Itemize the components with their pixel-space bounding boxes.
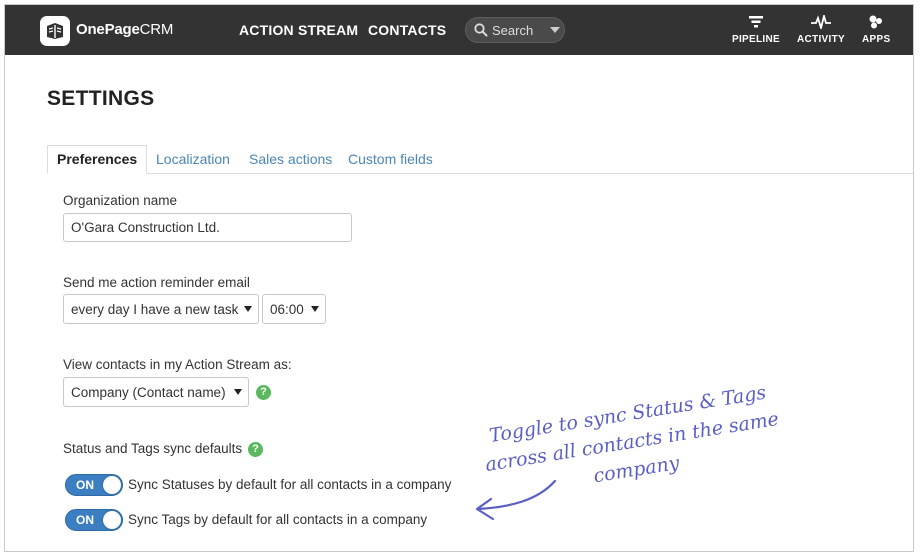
pipeline-funnel-icon bbox=[748, 16, 763, 28]
view-contacts-value: Company (Contact name) bbox=[71, 385, 226, 400]
search-icon bbox=[474, 23, 488, 37]
nav-pipeline-label: PIPELINE bbox=[732, 34, 780, 45]
page-title: SETTINGS bbox=[47, 87, 155, 110]
brand-bold: OnePage bbox=[76, 21, 140, 38]
tab-localization[interactable]: Localization bbox=[156, 145, 230, 173]
top-navbar: OnePageCRM ACTION STREAM CONTACTS Search… bbox=[5, 5, 913, 55]
tabs-divider bbox=[47, 173, 913, 174]
sync-tags-toggle[interactable]: ON bbox=[65, 509, 123, 531]
toggle-knob bbox=[103, 511, 121, 529]
nav-activity[interactable]: ACTIVITY bbox=[797, 12, 845, 45]
apps-icon bbox=[869, 15, 883, 29]
nav-pipeline[interactable]: PIPELINE bbox=[732, 15, 780, 45]
book-logo-icon bbox=[47, 23, 63, 39]
chevron-down-icon bbox=[311, 306, 319, 312]
help-icon[interactable]: ? bbox=[256, 385, 271, 400]
help-icon[interactable]: ? bbox=[248, 442, 263, 457]
nav-activity-label: ACTIVITY bbox=[797, 34, 845, 45]
nav-apps-label: APPS bbox=[862, 34, 891, 45]
reminder-time-value: 06:00 bbox=[270, 302, 304, 317]
org-name-label: Organization name bbox=[63, 193, 178, 208]
nav-contacts[interactable]: CONTACTS bbox=[368, 22, 446, 38]
nav-apps[interactable]: APPS bbox=[862, 15, 890, 45]
view-contacts-select[interactable]: Company (Contact name) bbox=[63, 377, 249, 407]
nav-action-stream[interactable]: ACTION STREAM bbox=[239, 22, 358, 38]
search-dropdown-caret-icon[interactable] bbox=[550, 27, 560, 33]
toggle-state: ON bbox=[76, 513, 94, 527]
tab-preferences[interactable]: Preferences bbox=[47, 145, 148, 174]
sync-statuses-label: Sync Statuses by default for all contact… bbox=[128, 477, 452, 492]
tab-sales-actions[interactable]: Sales actions bbox=[249, 145, 332, 173]
sync-defaults-label: Status and Tags sync defaults bbox=[63, 441, 243, 456]
search-box[interactable]: Search bbox=[465, 17, 565, 43]
view-contacts-label: View contacts in my Action Stream as: bbox=[63, 357, 292, 372]
app-window: OnePageCRM ACTION STREAM CONTACTS Search… bbox=[4, 4, 914, 552]
reminder-frequency-select[interactable]: every day I have a new task bbox=[63, 294, 259, 324]
activity-pulse-icon bbox=[810, 12, 831, 32]
reminder-time-select[interactable]: 06:00 bbox=[262, 294, 326, 324]
toggle-state: ON bbox=[76, 478, 94, 492]
sync-statuses-toggle[interactable]: ON bbox=[65, 474, 123, 496]
org-name-input[interactable] bbox=[63, 213, 352, 242]
search-placeholder: Search bbox=[492, 23, 534, 38]
reminder-frequency-value: every day I have a new task bbox=[71, 302, 239, 317]
brand-regular: CRM bbox=[139, 21, 174, 38]
annotation-arrow-icon bbox=[475, 479, 557, 521]
reminder-label: Send me action reminder email bbox=[63, 275, 250, 290]
chevron-down-icon bbox=[234, 389, 242, 395]
tab-custom-fields[interactable]: Custom fields bbox=[348, 145, 433, 173]
chevron-down-icon bbox=[244, 306, 252, 312]
logo[interactable] bbox=[40, 16, 70, 46]
sync-tags-label: Sync Tags by default for all contacts in… bbox=[128, 512, 428, 527]
brand-name[interactable]: OnePageCRM bbox=[76, 21, 173, 38]
toggle-knob bbox=[103, 476, 121, 494]
